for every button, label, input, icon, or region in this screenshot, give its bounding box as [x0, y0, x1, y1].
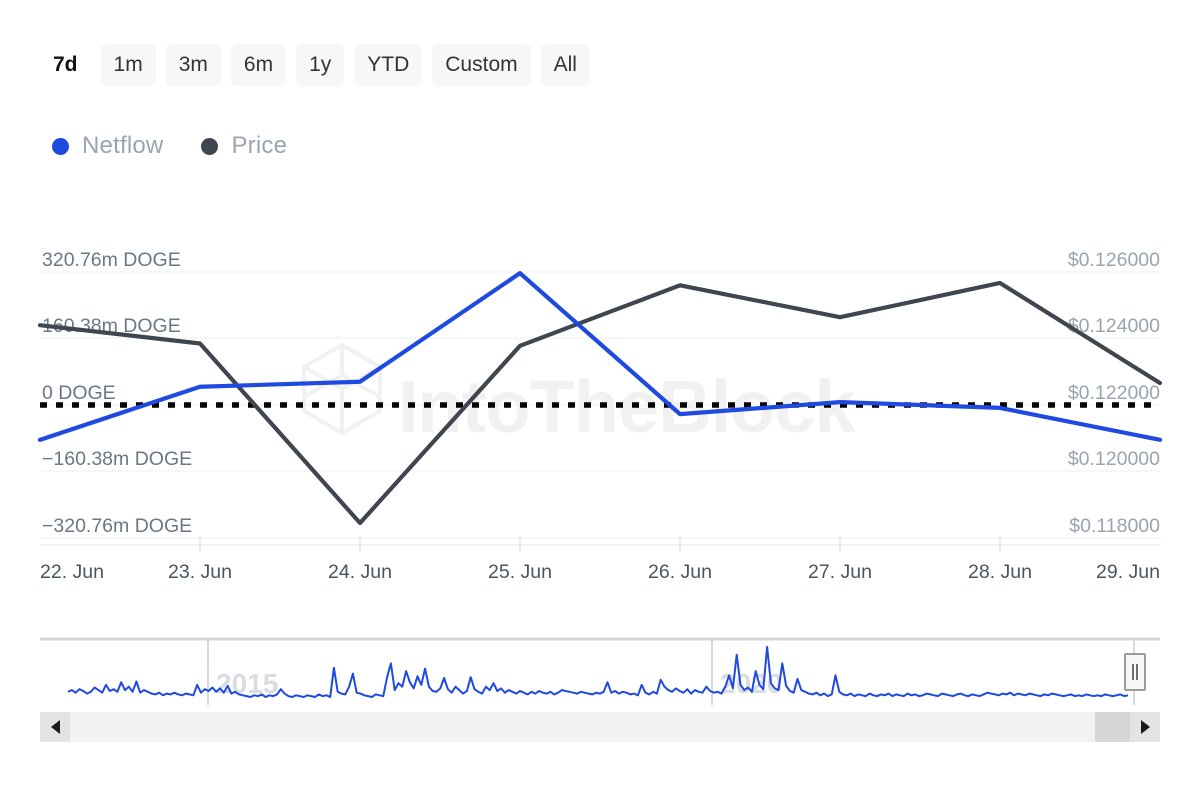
scrollbar-track[interactable] [70, 712, 1130, 742]
intotheblock-watermark: IntoTheBlock [304, 345, 857, 448]
navigator-right-handle[interactable] [1124, 653, 1146, 691]
right-axis-labels: $0.126000$0.124000$0.122000$0.120000$0.1… [1068, 249, 1160, 537]
right-axis-tick-label: $0.118000 [1069, 515, 1160, 537]
right-axis-tick-label: $0.126000 [1068, 249, 1160, 271]
left-axis-tick-label: −320.76m DOGE [42, 515, 192, 537]
right-axis-tick-label: $0.120000 [1068, 448, 1160, 470]
navigator-sparkline-chart[interactable]: 2015 2020 [40, 625, 1160, 705]
left-axis-tick-label: 320.76m DOGE [42, 249, 181, 271]
x-axis-tick-label: 28. Jun [968, 561, 1032, 583]
scrollbar-thumb[interactable] [1095, 712, 1130, 742]
left-axis-labels: 320.76m DOGE160.38m DOGE0 DOGE−160.38m D… [42, 249, 192, 537]
right-axis-tick-label: $0.122000 [1068, 382, 1160, 404]
chart-scrollbar[interactable] [40, 712, 1160, 742]
x-axis-label-group: 22. Jun 23. Jun 24. Jun 25. Jun 26. Jun 27. J… [40, 561, 1160, 583]
range-navigator[interactable]: 2015 2020 [40, 625, 1160, 705]
netflow-price-chart: IntoTheBlock 320.76m DOGE160.38m DOGE0 D… [0, 0, 1200, 600]
x-axis-tick-label: 26. Jun [648, 561, 712, 583]
left-axis-tick-label: −160.38m DOGE [42, 448, 192, 470]
navigator-year-label-2020: 2020 [720, 668, 782, 699]
scroll-left-arrow-icon [51, 720, 60, 734]
x-axis-tick-label: 24. Jun [328, 561, 392, 583]
x-axis-tick-label: 23. Jun [168, 561, 232, 583]
left-axis-tick-label: 0 DOGE [42, 382, 116, 404]
x-axis-tick-label: 25. Jun [488, 561, 552, 583]
navigator-year-label-2015: 2015 [216, 668, 278, 699]
scroll-right-button[interactable] [1130, 712, 1160, 742]
x-axis-tick-label: 22. Jun [40, 561, 104, 583]
handle-grip-icon [1131, 664, 1139, 680]
x-axis-tick-label: 27. Jun [808, 561, 872, 583]
scroll-right-arrow-icon [1141, 720, 1150, 734]
scroll-left-button[interactable] [40, 712, 70, 742]
x-axis-tick-label: 29. Jun [1096, 561, 1160, 583]
